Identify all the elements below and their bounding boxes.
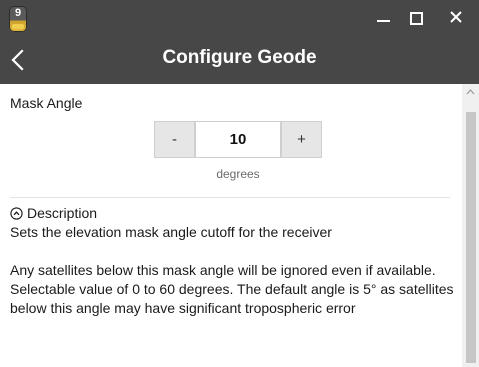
app-icon: 9 <box>9 6 27 32</box>
maximize-icon <box>410 12 423 25</box>
scroll-thumb[interactable] <box>466 112 476 363</box>
description-body: Sets the elevation mask angle cutoff for… <box>10 223 460 318</box>
section-divider <box>10 197 450 198</box>
window-header: 9 Configure Geode <box>0 0 479 84</box>
chevron-up-circle-icon <box>10 207 23 220</box>
maximize-button[interactable] <box>404 8 428 28</box>
mask-angle-stepper: - 10 + <box>154 121 322 158</box>
app-icon-label: 9 <box>14 7 22 19</box>
mask-angle-value[interactable]: 10 <box>195 121 281 158</box>
vertical-scrollbar[interactable] <box>462 84 479 367</box>
units-label: degrees <box>216 167 260 181</box>
scroll-up-icon[interactable] <box>466 88 475 96</box>
minimize-button[interactable] <box>372 8 396 28</box>
mask-angle-label: Mask Angle <box>10 95 83 111</box>
page-title: Configure Geode <box>162 47 317 68</box>
description-summary: Sets the elevation mask angle cutoff for… <box>10 224 332 240</box>
app-window: 9 Configure Geode Mask Angle - 10 + degr… <box>0 0 479 367</box>
close-icon <box>450 11 462 23</box>
decrement-button[interactable]: - <box>154 121 195 158</box>
increment-button[interactable]: + <box>281 121 322 158</box>
description-title: Description <box>27 205 98 221</box>
settings-panel: Mask Angle - 10 + degrees Description Se… <box>0 84 462 367</box>
minimize-icon <box>377 20 390 22</box>
close-button[interactable] <box>444 8 468 28</box>
app-icon-base <box>12 24 24 29</box>
description-detail: Any satellites below this mask angle wil… <box>10 262 454 316</box>
